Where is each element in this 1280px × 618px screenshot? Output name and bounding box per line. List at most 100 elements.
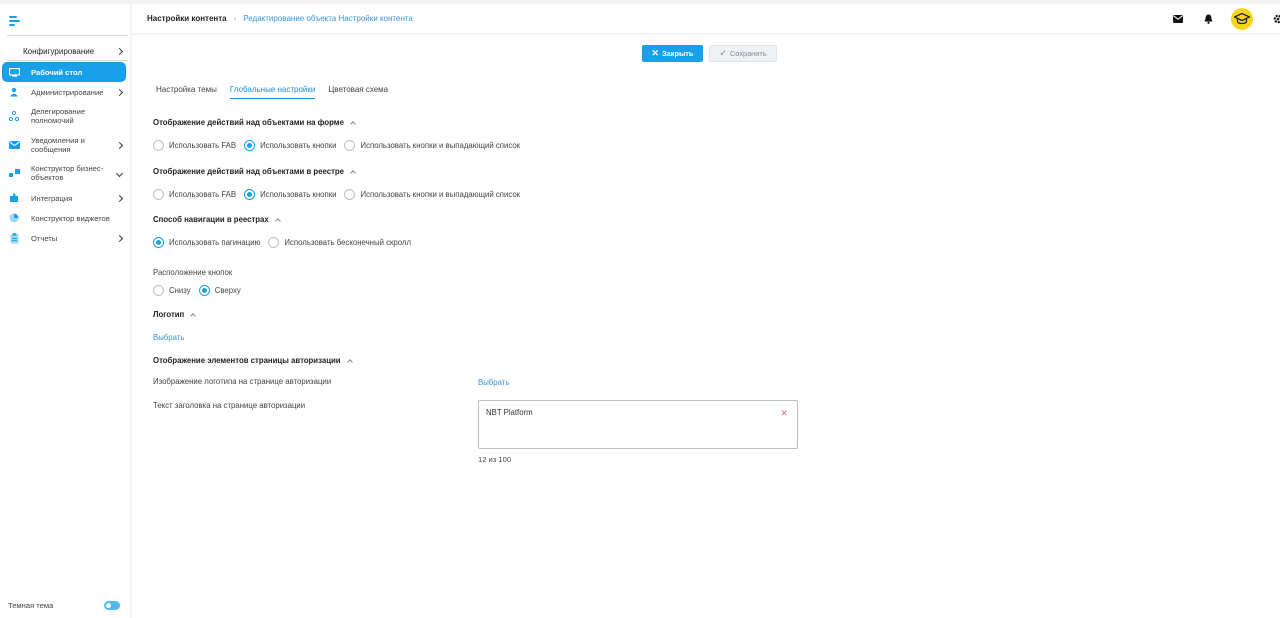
sidebar-section-label: Конфигурирование: [23, 46, 95, 56]
sidebar-item-label: Делегирование полномочий: [31, 107, 86, 125]
radio-label: Использовать бесконечный скролл: [284, 238, 411, 247]
section-auth-page-title[interactable]: Отображение элементов страницы авторизац…: [153, 356, 353, 365]
sidebar-divider: [7, 60, 128, 61]
radio-option[interactable]: Использовать кнопки: [244, 140, 336, 151]
character-counter: 12 из 100: [478, 455, 512, 464]
auth-header-text-value: NBT Platform: [486, 408, 533, 417]
section-title-text: Логотип: [153, 310, 185, 319]
sidebar-item-integration[interactable]: Интеграция: [2, 193, 126, 203]
pie-chart-icon: [8, 213, 20, 223]
puzzle-icon: [8, 193, 20, 203]
close-button[interactable]: ✕ Закрыть: [642, 45, 703, 62]
tab-global-settings[interactable]: Глобальные настройки: [229, 85, 316, 99]
sidebar-item-label: Интеграция: [31, 193, 73, 203]
radio-label: Использовать кнопки и выпадающий список: [360, 190, 521, 199]
chevron-right-icon: [115, 141, 124, 149]
radio-circle-selected[interactable]: [244, 189, 256, 200]
chevron-right-icon: [115, 47, 124, 55]
sidebar-item-label: Конструктор виджетов: [31, 213, 110, 223]
sidebar-item-notifications[interactable]: Уведомления и сообщения: [2, 135, 126, 155]
breadcrumb-separator: ›: [233, 14, 237, 23]
sidebar-section-configuration[interactable]: Конфигурирование: [0, 42, 130, 60]
desktop-icon: [8, 67, 20, 77]
radio-option[interactable]: Использовать FAB: [153, 140, 236, 151]
registry-actions-radio-group: Использовать FAB Использовать кнопки Исп…: [153, 189, 528, 200]
clipboard-icon: [8, 232, 20, 244]
sidebar-item-label: Конструктор бизнес-объектов: [31, 164, 104, 182]
buttons-position-radio-group: Снизу Сверху: [153, 285, 249, 296]
radio-option[interactable]: Использовать бесконечный скролл: [268, 237, 411, 248]
close-icon: ✕: [651, 48, 660, 58]
save-button[interactable]: ✓ Сохранить: [709, 45, 777, 62]
header-icons: [1153, 4, 1280, 33]
buttons-position-label: Расположение кнопок: [153, 268, 233, 277]
radio-circle-selected[interactable]: [153, 237, 164, 248]
breadcrumb-current[interactable]: Редактирование объекта Настройки контент…: [243, 14, 413, 23]
sidebar-item-bo-constructor[interactable]: Конструктор бизнес-объектов: [2, 163, 126, 183]
sidebar: Конфигурирование Рабочий стол Администри…: [0, 4, 130, 618]
section-navigation-title[interactable]: Способ навигации в реестрах: [153, 215, 281, 224]
sidebar-item-delegation[interactable]: Делегирование полномочий: [2, 106, 126, 126]
check-icon: ✓: [719, 48, 727, 58]
sidebar-divider: [7, 35, 128, 36]
dark-theme-label: Темная тема: [8, 601, 54, 610]
top-header: Настройки контента › Редактирование объе…: [132, 4, 1280, 33]
radio-circle[interactable]: [268, 237, 280, 248]
menu-toggle-icon[interactable]: [9, 16, 21, 28]
radio-circle[interactable]: [153, 140, 164, 151]
radio-option[interactable]: Использовать кнопки и выпадающий список: [344, 189, 520, 200]
gear-icon[interactable]: [1273, 14, 1280, 24]
auth-header-text-input[interactable]: NBT Platform ✕: [478, 400, 798, 449]
dark-theme-toggle[interactable]: [104, 601, 120, 610]
radio-circle[interactable]: [344, 189, 356, 200]
section-registry-actions-title[interactable]: Отображение действий над объектами в рее…: [153, 167, 356, 176]
tab-color-scheme[interactable]: Цветовая схема: [328, 85, 388, 99]
breadcrumb-root[interactable]: Настройки контента: [147, 14, 227, 23]
sidebar-item-reports[interactable]: Отчеты: [2, 232, 126, 244]
section-form-actions-title[interactable]: Отображение действий над объектами на фо…: [153, 118, 356, 127]
radio-option[interactable]: Использовать кнопки: [244, 189, 336, 200]
section-title-text: Способ навигации в реестрах: [153, 215, 269, 224]
clear-icon[interactable]: ✕: [780, 408, 788, 419]
logo-choose-link[interactable]: Выбрать: [153, 333, 184, 342]
radio-label: Сверху: [214, 286, 241, 295]
delegation-icon: [8, 111, 20, 121]
chevron-right-icon: [115, 88, 124, 96]
bell-icon[interactable]: [1203, 14, 1213, 24]
section-title-text: Отображение действий над объектами на фо…: [153, 118, 344, 127]
section-title-text: Отображение действий над объектами в рее…: [153, 167, 344, 176]
sidebar-item-desktop[interactable]: Рабочий стол: [2, 62, 126, 82]
mail-icon[interactable]: [1173, 14, 1183, 24]
radio-label: Использовать FAB: [169, 141, 237, 150]
radio-circle[interactable]: [153, 285, 164, 296]
radio-option[interactable]: Использовать FAB: [153, 189, 236, 200]
sidebar-item-label: Отчеты: [31, 233, 58, 243]
radio-circle[interactable]: [153, 189, 164, 200]
sidebar-item-widget-constructor[interactable]: Конструктор виджетов: [2, 213, 126, 223]
collapse-caret-icon: [274, 217, 281, 224]
radio-label: Снизу: [169, 286, 191, 295]
sidebar-item-label: Рабочий стол: [31, 67, 83, 77]
tab-theme[interactable]: Настройка темы: [156, 85, 217, 99]
auth-logo-label: Изображение логотипа на странице авториз…: [153, 377, 332, 386]
avatar[interactable]: [1231, 7, 1253, 30]
radio-label: Использовать FAB: [169, 190, 237, 199]
close-button-label: Закрыть: [662, 49, 694, 58]
radio-option[interactable]: Снизу: [153, 285, 191, 296]
radio-circle-selected[interactable]: [244, 140, 256, 151]
collapse-caret-icon: [350, 169, 356, 176]
radio-circle-selected[interactable]: [198, 285, 210, 296]
sidebar-item-label: Уведомления и сообщения: [31, 136, 85, 154]
radio-circle[interactable]: [344, 140, 356, 151]
radio-option[interactable]: Сверху: [198, 285, 241, 296]
sidebar-item-administration[interactable]: Администрирование: [2, 87, 126, 97]
collapse-caret-icon: [190, 312, 197, 319]
collapse-caret-icon: [350, 120, 356, 127]
chevron-down-icon: [115, 169, 124, 177]
form-actions-radio-group: Использовать FAB Использовать кнопки Исп…: [153, 140, 528, 151]
save-button-label: Сохранить: [729, 49, 767, 58]
auth-logo-choose-link[interactable]: Выбрать: [478, 378, 509, 387]
radio-option[interactable]: Использовать пагинацию: [153, 237, 260, 248]
radio-option[interactable]: Использовать кнопки и выпадающий список: [344, 140, 520, 151]
section-logo-title[interactable]: Логотип: [153, 310, 197, 319]
